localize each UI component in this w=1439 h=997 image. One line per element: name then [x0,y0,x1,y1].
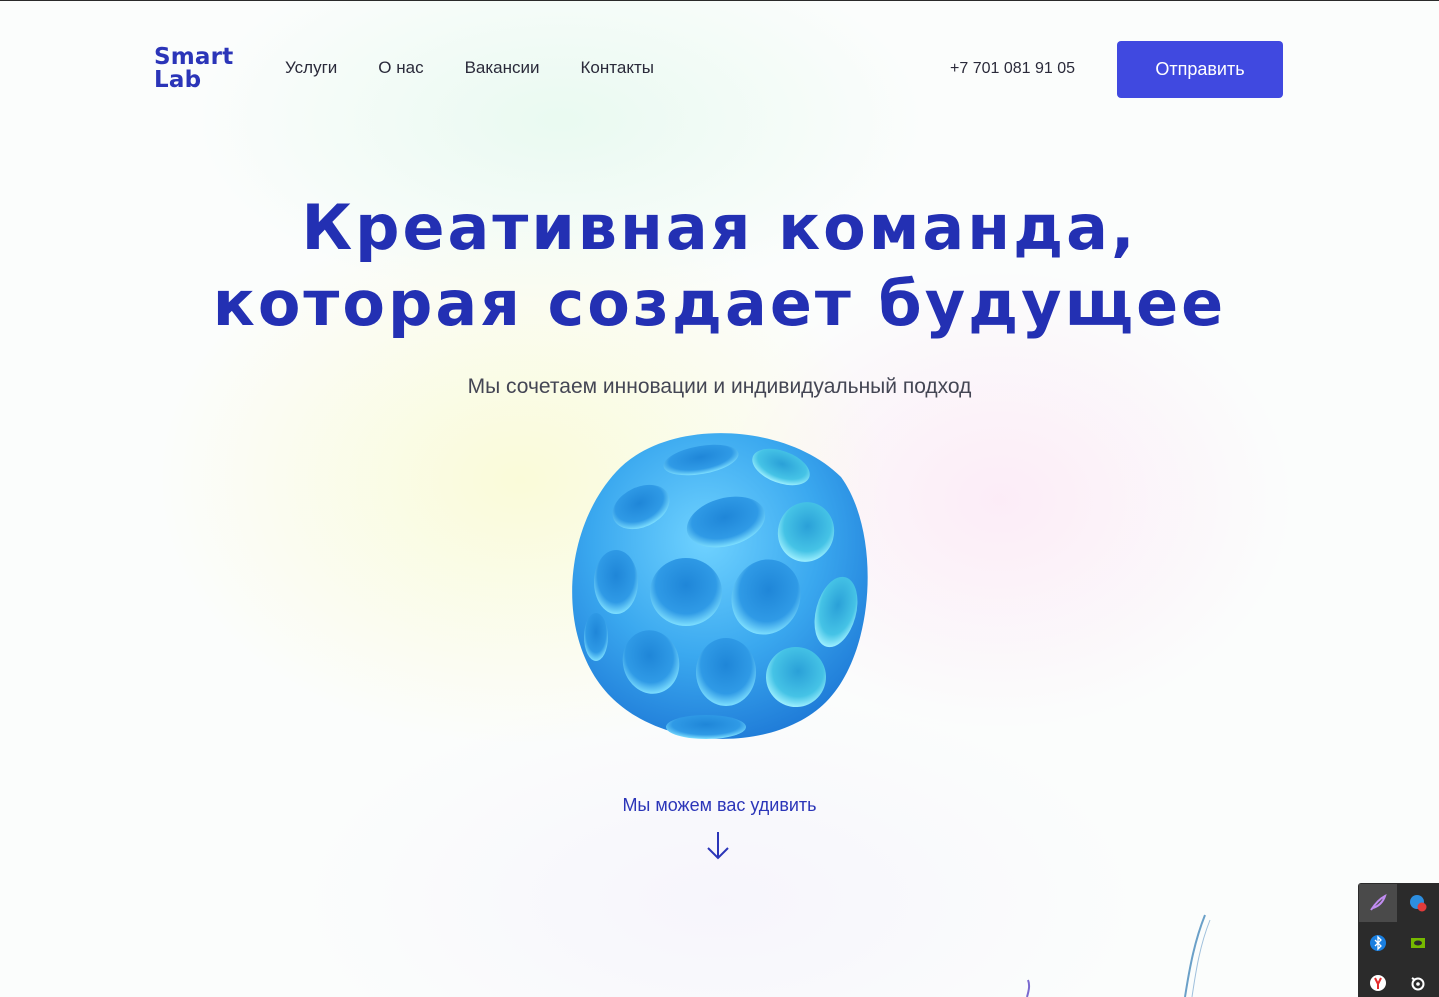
hero-title-line-1: Креативная команда, [301,191,1138,264]
yandex-icon[interactable] [1359,964,1397,997]
nvidia-icon[interactable] [1399,924,1437,962]
hero-subtitle: Мы сочетаем инновации и индивидуальный п… [467,375,972,398]
nav-about[interactable]: О нас [378,58,423,78]
nav-contacts[interactable]: Контакты [581,58,654,78]
phone-number[interactable]: +7 701 081 91 05 [950,60,1075,78]
nav-services[interactable]: Услуги [285,58,337,78]
system-tray [1358,883,1439,997]
hero-title-line-2: которая создает будущее [212,267,1227,340]
browser-badge-icon[interactable] [1399,884,1437,922]
cta-link[interactable]: Мы можем вас удивить [0,795,1439,816]
logo-line-2: Lab [154,67,202,93]
hero-title: Креативная команда, которая создает буду… [0,190,1439,342]
nav-vacancies[interactable]: Вакансии [465,58,540,78]
window-top-border [0,0,1439,1]
main-nav: Услуги О нас Вакансии Контакты [285,58,695,78]
bluetooth-icon[interactable] [1359,924,1397,962]
sphere-icon [572,433,868,739]
steelseries-icon[interactable] [1399,964,1437,997]
arrow-down-icon[interactable] [705,830,731,862]
feather-icon[interactable] [1359,884,1397,922]
logo-line-1: Smart [154,44,234,70]
site-header: Smart Lab Услуги О нас Вакансии Контакты… [0,0,1439,140]
hero-sphere-image [556,422,876,747]
logo[interactable]: Smart Lab [154,46,233,92]
send-button[interactable]: Отправить [1117,41,1283,98]
decorative-lines [1026,914,1211,997]
